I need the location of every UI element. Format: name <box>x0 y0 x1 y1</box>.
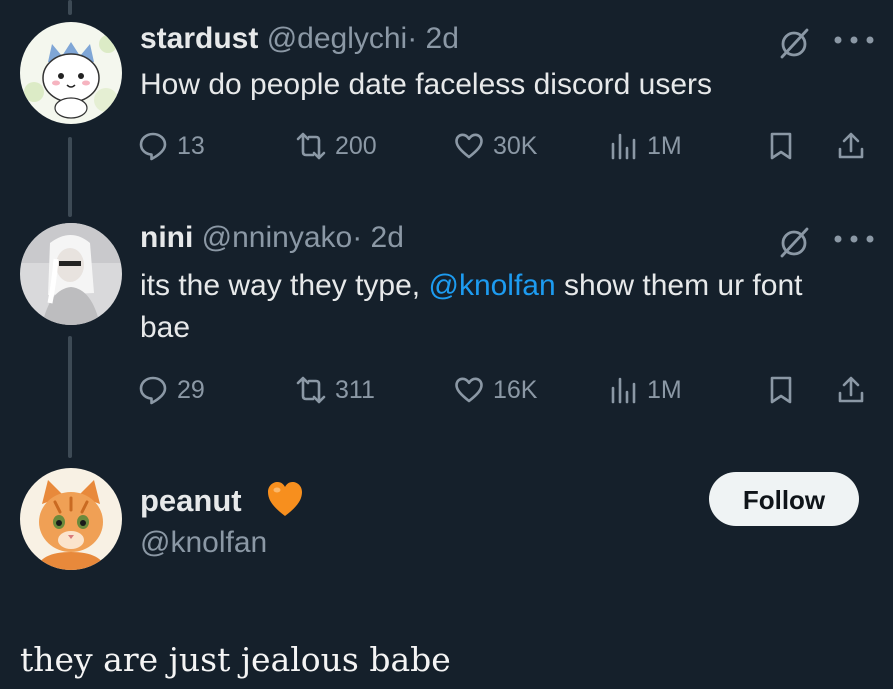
post-time[interactable]: · 2d <box>352 221 404 254</box>
tweet-text-part: its the way they type, <box>140 269 429 302</box>
thread-line <box>68 336 72 458</box>
bookmark-button[interactable] <box>766 370 796 410</box>
repost-button[interactable]: 311 <box>296 370 375 410</box>
repost-icon <box>296 132 326 160</box>
user-handle[interactable]: @deglychi <box>267 22 408 55</box>
follow-button[interactable]: Follow <box>709 472 859 526</box>
like-button[interactable]: 30K <box>454 126 537 166</box>
grok-icon[interactable] <box>778 226 810 258</box>
like-icon <box>455 377 483 403</box>
mention-link[interactable]: @knolfan <box>428 269 555 302</box>
avatar-nini[interactable] <box>20 223 122 325</box>
post-time[interactable]: · 2d <box>407 22 459 55</box>
reply-count: 29 <box>177 375 205 404</box>
avatar-stardust[interactable] <box>20 22 122 124</box>
orange-kitten-avatar-icon <box>20 468 122 570</box>
like-count: 16K <box>493 375 538 404</box>
share-button[interactable] <box>836 370 866 410</box>
like-icon <box>455 133 483 159</box>
profile-display-name[interactable]: peanut <box>140 482 242 520</box>
share-button[interactable] <box>836 126 866 166</box>
white-haired-figure-avatar-icon <box>20 223 122 325</box>
view-count: 1M <box>647 375 682 404</box>
reply-button[interactable]: 13 <box>138 126 205 166</box>
reply-icon <box>139 132 167 161</box>
bookmark-icon <box>770 376 792 404</box>
views-icon <box>611 133 636 160</box>
like-button[interactable]: 16K <box>454 370 537 410</box>
reply-thread: stardust @deglychi· 2d How do people dat… <box>0 0 893 689</box>
tweet-text: How do people date faceless discord user… <box>140 68 712 101</box>
display-name[interactable]: nini <box>140 221 193 254</box>
reply-icon <box>139 376 167 405</box>
display-name[interactable]: stardust <box>140 22 258 55</box>
view-count: 1M <box>647 131 682 160</box>
repost-count: 200 <box>335 131 377 160</box>
thread-line <box>68 137 72 217</box>
profile-handle[interactable]: @knolfan <box>140 524 267 562</box>
avatar-peanut[interactable] <box>20 468 122 570</box>
thread-line <box>68 0 72 15</box>
more-icon[interactable] <box>833 234 875 244</box>
tweet-header: stardust @deglychi· 2d <box>140 21 459 57</box>
views-button[interactable]: 1M <box>608 126 682 166</box>
tweet-actions: 29 311 16K 1M <box>138 370 878 410</box>
tweet-actions: 13 200 30K 1M <box>138 126 878 166</box>
views-button[interactable]: 1M <box>608 370 682 410</box>
share-icon <box>838 376 864 403</box>
caption-text: they are just jealous babe <box>20 640 451 679</box>
reply-button[interactable]: 29 <box>138 370 205 410</box>
repost-count: 311 <box>335 375 375 404</box>
orange-heart-icon <box>268 482 302 516</box>
views-icon <box>611 377 636 404</box>
share-icon <box>838 132 864 159</box>
more-icon[interactable] <box>833 35 875 45</box>
repost-icon <box>296 376 326 404</box>
bookmark-button[interactable] <box>766 126 796 166</box>
bookmark-icon <box>770 132 792 160</box>
chiikawa-cartoon-avatar-icon <box>20 22 122 124</box>
tweet-header: nini @nninyako· 2d <box>140 220 404 256</box>
reply-count: 13 <box>177 131 205 160</box>
user-handle[interactable]: @nninyako <box>202 221 353 254</box>
like-count: 30K <box>493 131 538 160</box>
grok-icon[interactable] <box>778 27 810 59</box>
repost-button[interactable]: 200 <box>296 126 377 166</box>
tweet-text: its the way they type, @knolfan show the… <box>140 265 860 349</box>
